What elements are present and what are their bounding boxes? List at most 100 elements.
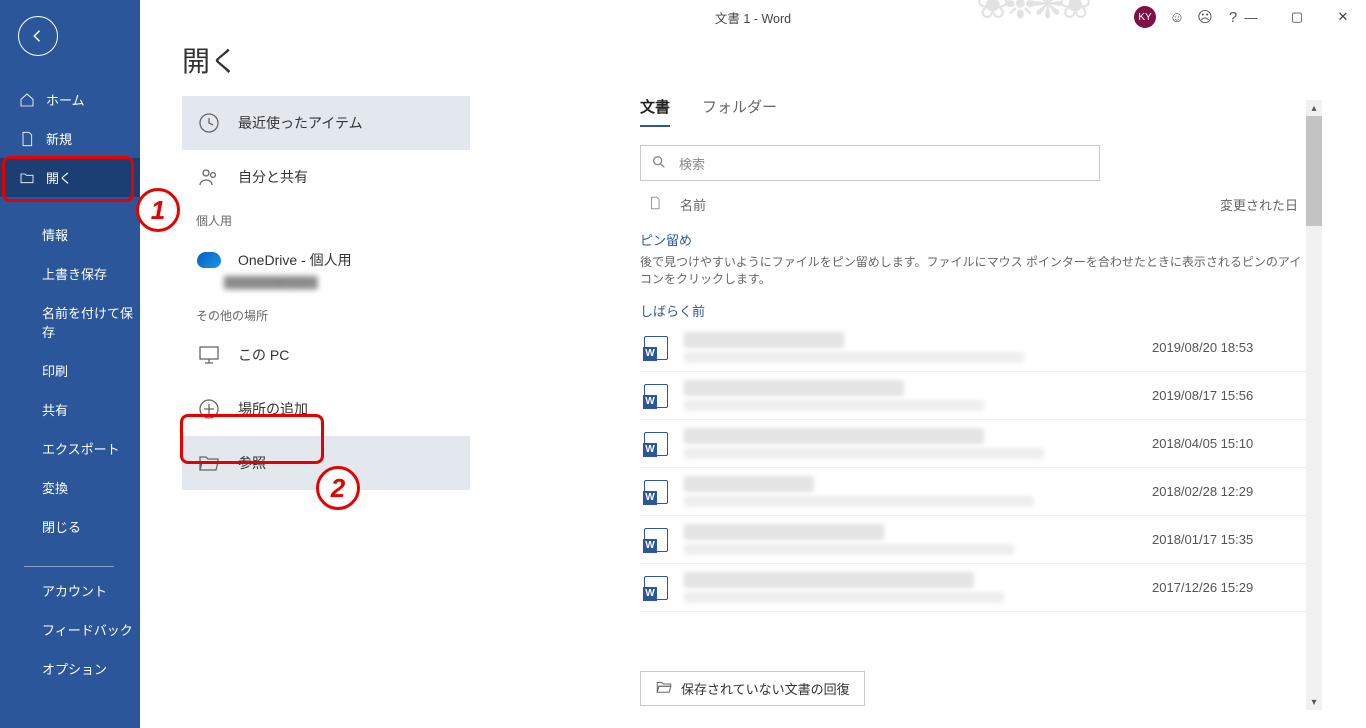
scroll-down-arrow[interactable]: ▾	[1306, 694, 1322, 710]
loc-onedrive-label: OneDrive - 個人用	[238, 250, 352, 270]
nav-open[interactable]: 開く	[0, 158, 140, 197]
scroll-up-arrow[interactable]: ▴	[1306, 100, 1322, 116]
file-path	[684, 496, 1034, 507]
file-list-panel: 文書 フォルダー 検索 名前 変更された日 ピン留め 後で見つけやすいようにファ…	[640, 96, 1306, 728]
nav-print[interactable]: 印刷	[0, 351, 140, 390]
nav-options[interactable]: オプション	[0, 649, 140, 688]
file-row[interactable]: 2018/02/28 12:29	[640, 468, 1306, 516]
search-input[interactable]: 検索	[640, 145, 1100, 181]
file-name	[684, 332, 844, 348]
folder-open-icon	[196, 450, 222, 476]
file-row[interactable]: 2017/12/26 15:29	[640, 564, 1306, 612]
file-meta	[684, 380, 1136, 411]
file-date: 2018/01/17 15:35	[1152, 532, 1302, 547]
backstage-sidebar: ホーム 新規 開く 情報 上書き保存 名前を付けて保存 印刷 共有 エクスポート…	[0, 0, 140, 728]
file-row[interactable]: 2018/01/17 15:35	[640, 516, 1306, 564]
file-path	[684, 592, 1004, 603]
file-row[interactable]: 2018/04/05 15:10	[640, 420, 1306, 468]
tab-folders[interactable]: フォルダー	[702, 96, 777, 127]
nav-new[interactable]: 新規	[0, 119, 140, 158]
clock-icon	[196, 110, 222, 136]
col-modified[interactable]: 変更された日	[1220, 195, 1298, 214]
col-name[interactable]: 名前	[680, 195, 706, 214]
recover-label: 保存されていない文書の回復	[681, 679, 850, 698]
loc-add-place[interactable]: 場所の追加	[182, 382, 470, 436]
nav-convert[interactable]: 変換	[0, 468, 140, 507]
locations-column: 最近使ったアイテム 自分と共有 個人用 OneDrive - 個人用 █████…	[182, 96, 470, 490]
file-name	[684, 524, 884, 540]
search-icon	[651, 154, 667, 173]
file-date: 2019/08/17 15:56	[1152, 388, 1302, 403]
nav-export[interactable]: エクスポート	[0, 429, 140, 468]
loc-shared[interactable]: 自分と共有	[182, 150, 470, 204]
loc-this-pc[interactable]: この PC	[182, 328, 470, 382]
home-icon	[18, 91, 36, 109]
back-button[interactable]	[18, 16, 58, 56]
minimize-button[interactable]: —	[1228, 0, 1274, 34]
file-name	[684, 380, 904, 396]
nav-home[interactable]: ホーム	[0, 80, 140, 119]
nav-close[interactable]: 閉じる	[0, 507, 140, 546]
nav-account[interactable]: アカウント	[0, 581, 140, 610]
arrow-left-icon	[29, 27, 47, 45]
file-row[interactable]: 2019/08/17 15:56	[640, 372, 1306, 420]
list-header: 名前 変更された日	[640, 189, 1306, 224]
word-file-icon	[644, 576, 668, 600]
user-avatar[interactable]: KY	[1134, 6, 1156, 28]
word-file-icon	[644, 480, 668, 504]
nav-save-as[interactable]: 名前を付けて保存	[0, 293, 140, 351]
smile-feedback-icon[interactable]: ☺	[1164, 6, 1190, 28]
search-placeholder: 検索	[679, 154, 705, 173]
file-meta	[684, 428, 1136, 459]
backstage-main: ❀❉❋❀ 文書 1 - Word KY ☺ ☹ ? — ▢ ✕ 開く 最近使った…	[140, 0, 1366, 728]
other-section-label: その他の場所	[182, 299, 470, 328]
folder-open-icon	[18, 169, 36, 187]
loc-browse[interactable]: 参照	[182, 436, 470, 490]
folder-open-icon	[655, 678, 673, 699]
file-list-tabs: 文書 フォルダー	[640, 96, 1306, 127]
word-file-icon	[644, 336, 668, 360]
loc-this-pc-label: この PC	[238, 345, 289, 365]
nav-info[interactable]: 情報	[0, 215, 140, 254]
close-window-button[interactable]: ✕	[1320, 0, 1366, 34]
file-date: 2018/02/28 12:29	[1152, 484, 1302, 499]
loc-recent[interactable]: 最近使ったアイテム	[182, 96, 470, 150]
file-meta	[684, 524, 1136, 555]
file-name	[684, 572, 974, 588]
file-name	[684, 476, 814, 492]
recover-unsaved-button[interactable]: 保存されていない文書の回復	[640, 671, 865, 706]
file-name	[684, 428, 984, 444]
loc-recent-label: 最近使ったアイテム	[238, 113, 363, 133]
file-path	[684, 400, 984, 411]
nav-home-label: ホーム	[46, 90, 85, 109]
vertical-scrollbar[interactable]: ▴ ▾	[1306, 100, 1322, 710]
separator	[24, 566, 114, 567]
frown-feedback-icon[interactable]: ☹	[1192, 6, 1218, 28]
nav-share[interactable]: 共有	[0, 390, 140, 429]
file-meta	[684, 572, 1136, 603]
file-path	[684, 544, 1014, 555]
tab-documents[interactable]: 文書	[640, 96, 670, 127]
window-controls: — ▢ ✕	[1228, 0, 1366, 34]
page-title: 開く	[182, 40, 238, 80]
file-path	[684, 352, 1024, 363]
nav-overwrite-save[interactable]: 上書き保存	[0, 254, 140, 293]
file-icon	[648, 195, 662, 214]
scroll-thumb[interactable]	[1306, 116, 1322, 226]
onedrive-email: ████████████	[182, 277, 470, 289]
people-icon	[196, 164, 222, 190]
loc-add-place-label: 場所の追加	[238, 399, 308, 419]
loc-shared-label: 自分と共有	[238, 167, 308, 187]
file-date: 2019/08/20 18:53	[1152, 340, 1302, 355]
nav-open-label: 開く	[46, 168, 72, 187]
pinned-hint: 後で見つけやすいようにファイルをピン留めします。ファイルにマウス ポインターを合…	[640, 253, 1306, 287]
file-meta	[684, 332, 1136, 363]
group-recent-header: しばらく前	[640, 301, 1306, 320]
file-date: 2017/12/26 15:29	[1152, 580, 1302, 595]
file-row[interactable]: 2019/08/20 18:53	[640, 324, 1306, 372]
maximize-button[interactable]: ▢	[1274, 0, 1320, 34]
nav-feedback[interactable]: フィードバック	[0, 610, 140, 649]
word-file-icon	[644, 528, 668, 552]
personal-section-label: 個人用	[182, 204, 470, 233]
add-place-icon	[196, 396, 222, 422]
